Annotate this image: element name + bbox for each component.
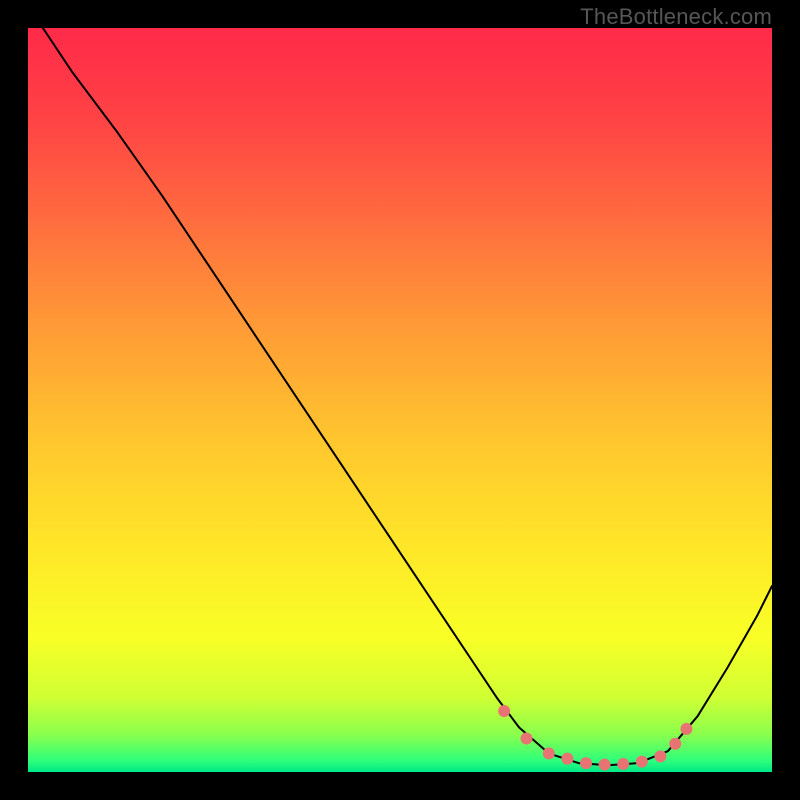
optimal-marker — [520, 733, 532, 745]
optimal-marker — [654, 750, 666, 762]
optimal-marker — [617, 758, 629, 770]
optimal-marker — [543, 747, 555, 759]
optimal-marker — [561, 753, 573, 765]
bottleneck-chart — [28, 28, 772, 772]
optimal-marker — [680, 723, 692, 735]
optimal-marker — [669, 738, 681, 750]
watermark-text: TheBottleneck.com — [580, 4, 772, 30]
gradient-background — [28, 28, 772, 772]
optimal-marker — [498, 705, 510, 717]
chart-svg — [28, 28, 772, 772]
optimal-marker — [599, 759, 611, 771]
optimal-marker — [580, 757, 592, 769]
optimal-marker — [636, 756, 648, 768]
